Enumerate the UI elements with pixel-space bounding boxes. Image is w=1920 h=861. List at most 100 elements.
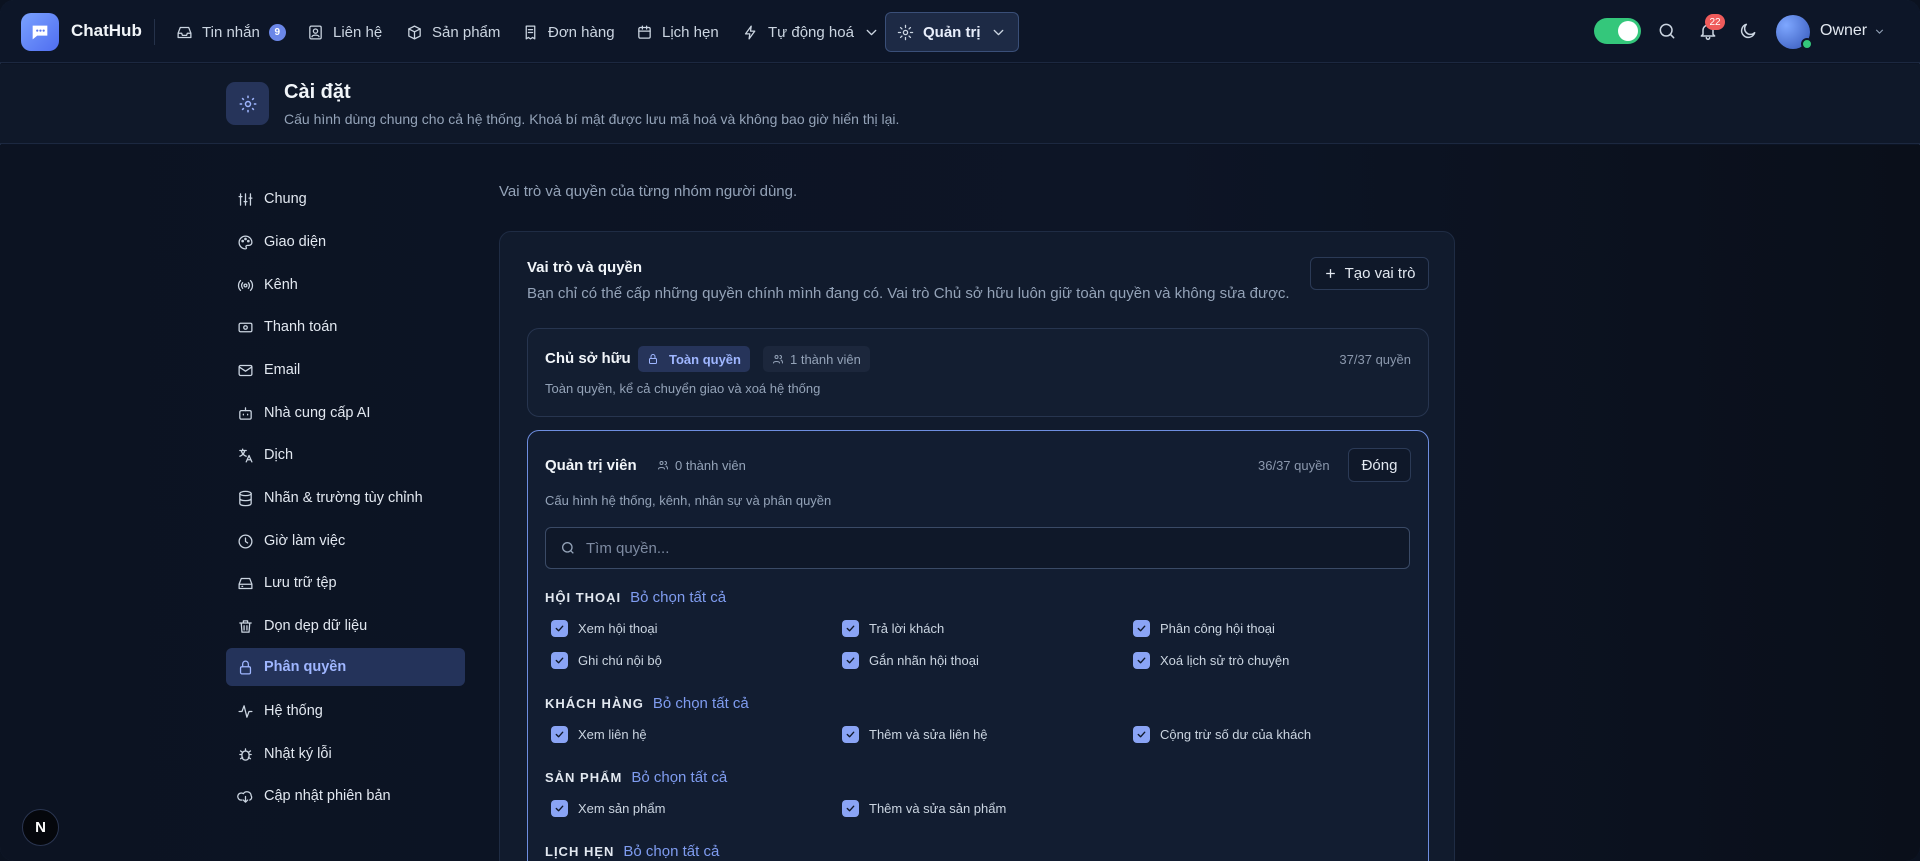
deselect-all-link[interactable]: Bỏ chọn tất cả [630, 589, 726, 606]
deselect-all-link[interactable]: Bỏ chọn tất cả [653, 695, 749, 712]
check-icon [555, 731, 564, 738]
group-name: KHÁCH HÀNG [545, 696, 644, 711]
palette-icon [238, 234, 253, 250]
checkbox-checked[interactable] [842, 800, 859, 817]
sidebar-item-ai-providers[interactable]: Nhà cung cấp AI [226, 394, 465, 432]
permission-checkbox[interactable]: Trả lời khách [842, 620, 944, 637]
role-owner[interactable]: Chủ sở hữu Toàn quyền 1 thành viên 37/37… [527, 328, 1429, 417]
nav-label: Tự động hoá [768, 23, 854, 41]
checkbox-checked[interactable] [551, 620, 568, 637]
check-icon [555, 657, 564, 664]
theme-toggle-button[interactable] [1738, 21, 1758, 41]
sidebar-item-working-hours[interactable]: Giờ làm việc [226, 522, 465, 560]
permission-label: Xem hội thoại [578, 621, 658, 636]
permission-label: Cộng trừ số dư của khách [1160, 727, 1312, 742]
nav-appointments[interactable]: Lịch hẹn [625, 12, 730, 52]
permission-checkbox[interactable]: Xem sản phẩm [551, 800, 665, 817]
group-name: HỘI THOẠI [545, 590, 622, 605]
users-icon [658, 461, 668, 470]
broadcast-icon [237, 279, 254, 291]
sidebar-item-label: Dọn dẹp dữ liệu [264, 618, 368, 634]
chip-label: Toàn quyền [669, 351, 741, 367]
checkbox-checked[interactable] [842, 620, 859, 637]
permission-group-customers: KHÁCH HÀNG Bỏ chọn tất cả [545, 695, 749, 712]
check-icon [555, 805, 564, 812]
permission-checkbox[interactable]: Ghi chú nội bộ [551, 652, 662, 669]
nav-label: Tin nhắn [202, 23, 260, 41]
moon-icon [1740, 23, 1756, 39]
check-icon [1137, 625, 1146, 632]
activity-icon [238, 704, 253, 718]
permission-checkbox[interactable]: Xem hội thoại [551, 620, 658, 637]
sidebar-item-email[interactable]: Email [226, 351, 465, 389]
nav-contacts[interactable]: Liên hệ [296, 12, 393, 52]
permission-checkbox[interactable]: Phân công hội thoại [1133, 620, 1275, 637]
full-access-chip: Toàn quyền [638, 346, 750, 372]
permission-search[interactable] [545, 527, 1410, 569]
checkbox-checked[interactable] [842, 652, 859, 669]
cloud-download-icon [237, 790, 253, 803]
deselect-all-link[interactable]: Bỏ chọn tất cả [631, 769, 727, 786]
checkbox-checked[interactable] [551, 800, 568, 817]
nav-admin[interactable]: Quản trị [885, 12, 1019, 52]
sidebar-item-data-cleanup[interactable]: Dọn dẹp dữ liệu [226, 607, 465, 645]
nav-messages[interactable]: Tin nhắn 9 [165, 12, 297, 52]
translate-icon [239, 447, 253, 463]
checkbox-checked[interactable] [1133, 620, 1150, 637]
role-admin[interactable]: Quản trị viên 0 thành viên 36/37 quyền Đ… [527, 430, 1429, 861]
permission-group-appointments: LỊCH HẸN Bỏ chọn tất cả [545, 843, 719, 860]
chevron-down-icon[interactable] [1873, 25, 1886, 38]
chathub-logo[interactable] [21, 13, 59, 51]
nav-orders[interactable]: Đơn hàng [511, 12, 626, 52]
sidebar-item-update-version[interactable]: Cập nhật phiên bản [226, 777, 465, 815]
permission-checkbox[interactable]: Cộng trừ số dư của khách [1133, 726, 1311, 743]
sidebar-item-label: Cập nhật phiên bản [264, 788, 391, 804]
create-role-button[interactable]: Tạo vai trò [1310, 257, 1429, 290]
sidebar-item-payments[interactable]: Thanh toán [226, 308, 465, 346]
deselect-all-link[interactable]: Bỏ chọn tất cả [623, 843, 719, 860]
dev-tools-button[interactable]: N [22, 809, 59, 846]
sidebar-item-label: Giao diện [264, 234, 327, 250]
checkbox-checked[interactable] [551, 652, 568, 669]
sidebar-item-general[interactable]: Chung [226, 180, 465, 218]
close-role-button[interactable]: Đóng [1348, 448, 1411, 482]
permission-checkbox[interactable]: Thêm và sửa liên hệ [842, 726, 988, 743]
checkbox-checked[interactable] [551, 726, 568, 743]
sidebar-item-permissions[interactable]: Phân quyền [226, 648, 465, 686]
permission-checkbox[interactable]: Xem liên hệ [551, 726, 647, 743]
check-icon [1137, 657, 1146, 664]
member-count-chip: 1 thành viên [763, 346, 870, 372]
sidebar-item-channels[interactable]: Kênh [226, 266, 465, 304]
lock-icon [649, 354, 657, 364]
permission-checkbox[interactable]: Thêm và sửa sản phẩm [842, 800, 1006, 817]
notification-count-badge: 22 [1705, 14, 1725, 30]
nav-products[interactable]: Sản phẩm [395, 12, 511, 52]
clock-icon [238, 533, 253, 549]
checkbox-checked[interactable] [842, 726, 859, 743]
sidebar-item-translation[interactable]: Dịch [226, 436, 465, 474]
brand-name[interactable]: ChatHub [71, 21, 142, 41]
member-count-chip: 0 thành viên [648, 452, 755, 478]
top-navbar: ChatHub Tin nhắn 9 Liên hệ Sản phẩm Đơn … [0, 0, 1920, 63]
nav-label: Quản trị [923, 23, 981, 41]
online-status-dot [1801, 38, 1813, 50]
search-input[interactable] [586, 539, 1386, 557]
checkbox-checked[interactable] [1133, 726, 1150, 743]
sidebar-item-labels-fields[interactable]: Nhãn & trường tùy chỉnh [226, 479, 465, 517]
search-button[interactable] [1657, 21, 1677, 41]
nav-automation[interactable]: Tự động hoá [731, 12, 891, 52]
page-header: Cài đặt Cấu hình dùng chung cho cả hệ th… [0, 64, 1920, 144]
user-name[interactable]: Owner [1820, 22, 1867, 40]
sidebar-item-appearance[interactable]: Giao diện [226, 223, 465, 261]
permission-checkbox[interactable]: Gắn nhãn hội thoại [842, 652, 979, 669]
check-icon [846, 625, 855, 632]
sidebar-item-label: Giờ làm việc [264, 533, 346, 549]
permission-checkbox[interactable]: Xoá lịch sử trò chuyện [1133, 652, 1289, 669]
sidebar-item-error-log[interactable]: Nhật ký lỗi [226, 735, 465, 773]
group-name: LỊCH HẸN [545, 844, 615, 859]
sidebar-item-system[interactable]: Hệ thống [226, 692, 465, 730]
sidebar-item-label: Hệ thống [264, 703, 323, 719]
checkbox-checked[interactable] [1133, 652, 1150, 669]
status-toggle[interactable] [1594, 18, 1641, 44]
sidebar-item-file-storage[interactable]: Lưu trữ tệp [226, 564, 465, 602]
